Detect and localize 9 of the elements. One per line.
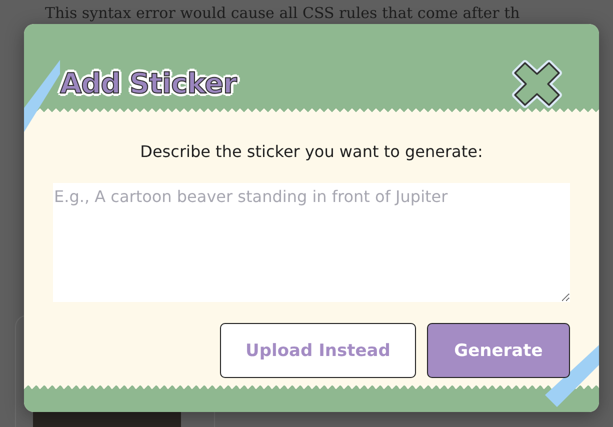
- prompt-text: Describe the sticker you want to generate:: [139, 142, 484, 162]
- description-field[interactable]: E.g., A cartoon beaver standing in front of Jupiter: [53, 183, 570, 302]
- article-text: This syntax error would cause all CSS rules that come after th: [44, 3, 521, 22]
- upload-button[interactable]: Upload Instead: [220, 323, 416, 378]
- generate-button[interactable]: Generate: [427, 323, 570, 378]
- tape-strip: [24, 60, 60, 132]
- dialog-title: Add Sticker: [60, 67, 236, 100]
- tape-strip: [545, 345, 599, 407]
- close-button[interactable]: [511, 59, 563, 109]
